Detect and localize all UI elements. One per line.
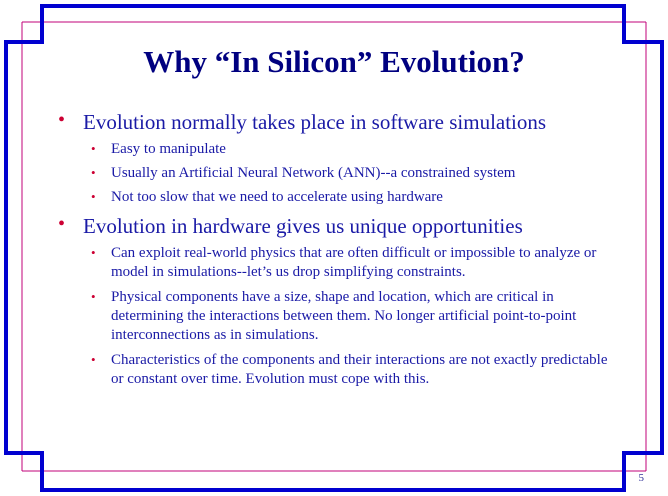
main-point-2: • Evolution in hardware gives us unique … xyxy=(58,213,523,239)
main-point-text: Evolution normally takes place in softwa… xyxy=(83,110,547,134)
bullet-icon: • xyxy=(91,352,96,367)
sub-point-text: Easy to manipulate xyxy=(111,141,226,157)
sub-point: • Usually an Artificial Neural Network (… xyxy=(91,164,611,183)
bullet-icon: • xyxy=(91,165,96,180)
bullet-icon: • xyxy=(91,289,96,304)
sub-point-text: Physical components have a size, shape a… xyxy=(111,289,577,343)
sub-point-text: Not too slow that we need to accelerate … xyxy=(111,189,443,205)
bullet-icon: • xyxy=(58,109,66,131)
main-point-1: • Evolution normally takes place in soft… xyxy=(58,109,547,135)
sub-point: • Not too slow that we need to accelerat… xyxy=(91,188,611,207)
bullet-icon: • xyxy=(91,245,96,260)
sub-point-text: Usually an Artificial Neural Network (AN… xyxy=(111,165,516,181)
sub-point: • Easy to manipulate xyxy=(91,140,611,159)
bullet-icon: • xyxy=(91,189,96,204)
sub-point-text: Characteristics of the components and th… xyxy=(111,352,608,387)
bullet-icon: • xyxy=(58,213,66,235)
bullet-icon: • xyxy=(91,141,96,156)
sub-point-text: Can exploit real-world physics that are … xyxy=(111,245,597,280)
main-point-text: Evolution in hardware gives us unique op… xyxy=(83,214,523,238)
page-number: 5 xyxy=(638,472,645,484)
sub-point: • Characteristics of the components and … xyxy=(91,351,611,389)
sub-point: • Physical components have a size, shape… xyxy=(91,288,611,345)
slide-title: Why “In Silicon” Evolution? xyxy=(143,44,525,79)
sub-point: • Can exploit real-world physics that ar… xyxy=(91,244,611,282)
